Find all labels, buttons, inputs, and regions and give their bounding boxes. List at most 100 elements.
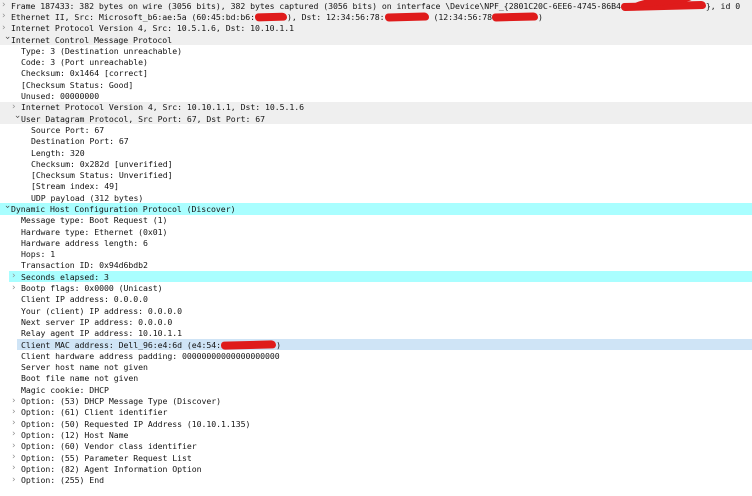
- chevron-right-icon[interactable]: ›: [12, 441, 21, 451]
- tree-row-text: Ethernet II, Src: Microsoft_b6:ae:5a (60…: [11, 11, 255, 22]
- chevron-right-icon[interactable]: ›: [12, 475, 21, 485]
- tree-row[interactable]: › Option: (60) Vendor class identifier: [0, 441, 752, 452]
- tree-row[interactable]: Code: 3 (Port unreachable): [0, 56, 752, 67]
- tree-row-text: Boot file name not given: [21, 373, 139, 384]
- tree-row[interactable]: Relay agent IP address: 10.10.1.1: [0, 328, 752, 339]
- tree-row[interactable]: › Seconds elapsed: 3: [0, 271, 752, 283]
- tree-row-label: Option: (12) Host Name: [21, 430, 128, 440]
- tree-row[interactable]: › Option: (50) Requested IP Address (10.1…: [0, 418, 752, 429]
- tree-row[interactable]: Checksum: 0x282d [unverified]: [0, 158, 752, 169]
- tree-row[interactable]: › Internet Protocol Version 4, Src: 10.10…: [0, 101, 752, 113]
- tree-row-text: Seconds elapsed: 3: [21, 271, 109, 282]
- tree-row-label: Client MAC address: Dell_96:e4:6d (e4:54…: [21, 340, 281, 350]
- tree-row-label: User Datagram Protocol, Src Port: 67, Ds…: [21, 114, 265, 124]
- tree-row-text: [Checksum Status: Good]: [21, 79, 134, 90]
- chevron-right-icon[interactable]: ›: [12, 453, 21, 462]
- tree-row-label: Seconds elapsed: 3: [21, 272, 109, 282]
- tree-row[interactable]: › Option: (12) Host Name: [0, 429, 752, 440]
- tree-row[interactable]: › Option: (55) Parameter Request List: [0, 452, 752, 463]
- chevron-right-icon[interactable]: ›: [12, 102, 21, 112]
- tree-row[interactable]: Checksum: 0x1464 [correct]: [0, 68, 752, 79]
- tree-row[interactable]: Boot file name not given: [0, 373, 752, 384]
- tree-row-text: UDP payload (312 bytes): [31, 192, 144, 203]
- tree-row[interactable]: Unused: 00000000: [0, 90, 752, 101]
- tree-row-text: Unused: 00000000: [21, 91, 100, 102]
- tree-row-label: Hops: 1: [21, 249, 55, 259]
- tree-row-text: Hops: 1: [21, 249, 56, 260]
- tree-row[interactable]: › Dynamic Host Configuration Protocol (Di…: [0, 203, 752, 215]
- tree-row-label: Destination Port: 67: [31, 136, 129, 146]
- tree-row[interactable]: Length: 320: [0, 147, 752, 158]
- tree-row-text: Message type: Boot Request (1): [21, 215, 168, 226]
- tree-row-label: Ethernet II, Src: Microsoft_b6:ae:5a (60…: [11, 11, 543, 23]
- tree-row-text: Internet Protocol Version 4, Src: 10.10.…: [21, 102, 304, 113]
- tree-row-text: Internet Control Message Protocol: [11, 34, 173, 45]
- tree-row-text: Client hardware address padding: 0000000…: [21, 350, 280, 361]
- tree-row-label: Internet Protocol Version 4, Src: 10.10.…: [21, 102, 304, 112]
- tree-row-label: Checksum: 0x1464 [correct]: [21, 68, 148, 78]
- tree-row[interactable]: › Option: (255) End: [0, 474, 752, 485]
- tree-row[interactable]: Client IP address: 0.0.0.0: [0, 294, 752, 305]
- packet-details-pane: › Frame 187433: 382 bytes on wire (3056 b…: [0, 0, 752, 496]
- tree-row[interactable]: [Stream index: 49]: [0, 181, 752, 192]
- chevron-right-icon[interactable]: ›: [2, 23, 11, 33]
- tree-row[interactable]: Hops: 1: [0, 249, 752, 260]
- chevron-right-icon[interactable]: ›: [12, 419, 21, 428]
- chevron-down-icon[interactable]: ›: [2, 205, 12, 214]
- tree-row-label: Magic cookie: DHCP: [21, 385, 109, 395]
- tree-row-text: Your (client) IP address: 0.0.0.0: [21, 305, 183, 316]
- tree-row[interactable]: Source Port: 67: [0, 124, 752, 135]
- tree-row-label: Server host name not given: [21, 362, 148, 372]
- tree-row[interactable]: Hardware type: Ethernet (0x01): [0, 226, 752, 237]
- chevron-right-icon[interactable]: ›: [12, 430, 21, 439]
- tree-row-label: Client IP address: 0.0.0.0: [21, 294, 148, 304]
- tree-row-label: Code: 3 (Port unreachable): [21, 57, 148, 67]
- tree-row[interactable]: Hardware address length: 6: [0, 237, 752, 248]
- chevron-right-icon[interactable]: ›: [2, 12, 11, 21]
- tree-row-label: Transaction ID: 0x94d6bdb2: [21, 260, 148, 270]
- tree-row[interactable]: Message type: Boot Request (1): [0, 215, 752, 226]
- tree-row-text: Magic cookie: DHCP: [21, 384, 109, 395]
- tree-row[interactable]: Client hardware address padding: 0000000…: [0, 350, 752, 361]
- tree-row-text: Option: (82) Agent Information Option: [21, 463, 202, 474]
- tree-row[interactable]: › Frame 187433: 382 bytes on wire (3056 b…: [0, 0, 752, 12]
- tree-row[interactable]: Type: 3 (Destination unreachable): [0, 45, 752, 56]
- chevron-down-icon[interactable]: ›: [2, 36, 12, 45]
- tree-row[interactable]: › User Datagram Protocol, Src Port: 67, D…: [0, 112, 752, 125]
- tree-row-label: UDP payload (312 bytes): [31, 193, 143, 203]
- chevron-right-icon[interactable]: ›: [12, 272, 21, 281]
- tree-row[interactable]: Destination Port: 67: [0, 136, 752, 147]
- tree-row-text: Client MAC address: Dell_96:e4:6d (e4:54…: [21, 339, 222, 350]
- tree-row-label: Type: 3 (Destination unreachable): [21, 46, 182, 56]
- tree-row[interactable]: › Option: (61) Client identifier: [0, 407, 752, 418]
- tree-row[interactable]: › Internet Protocol Version 4, Src: 10.5.…: [0, 22, 752, 34]
- chevron-right-icon[interactable]: ›: [12, 283, 21, 293]
- tree-row[interactable]: › Option: (82) Agent Information Option: [0, 463, 752, 474]
- tree-row[interactable]: › Ethernet II, Src: Microsoft_b6:ae:5a (6…: [0, 11, 752, 23]
- tree-row-text: Option: (50) Requested IP Address (10.10…: [21, 418, 251, 429]
- tree-row[interactable]: › Option: (53) DHCP Message Type (Discove…: [0, 395, 752, 406]
- tree-row-label: Option: (53) DHCP Message Type (Discover…: [21, 396, 221, 406]
- tree-row-label: Relay agent IP address: 10.10.1.1: [21, 328, 182, 338]
- tree-row-text: Relay agent IP address: 10.10.1.1: [21, 328, 183, 339]
- tree-row[interactable]: UDP payload (312 bytes): [0, 192, 752, 203]
- chevron-right-icon[interactable]: ›: [2, 1, 11, 10]
- chevron-right-icon[interactable]: ›: [12, 464, 21, 473]
- tree-row-text: Bootp flags: 0x0000 (Unicast): [21, 283, 163, 294]
- tree-row[interactable]: Server host name not given: [0, 362, 752, 373]
- tree-row[interactable]: › Internet Control Message Protocol: [0, 33, 752, 46]
- chevron-right-icon[interactable]: ›: [12, 407, 21, 417]
- tree-row-label: Option: (82) Agent Information Option: [21, 464, 202, 474]
- tree-row[interactable]: Next server IP address: 0.0.0.0: [0, 316, 752, 327]
- tree-row[interactable]: › Bootp flags: 0x0000 (Unicast): [0, 282, 752, 293]
- tree-row[interactable]: [Checksum Status: Unverified]: [0, 169, 752, 180]
- tree-row[interactable]: Magic cookie: DHCP: [0, 384, 752, 395]
- tree-row-text: ), Dst: 12:34:56:78:: [286, 11, 385, 22]
- tree-row[interactable]: [Checksum Status: Good]: [0, 79, 752, 90]
- chevron-down-icon[interactable]: ›: [12, 115, 22, 124]
- tree-row-text: Option: (12) Host Name: [21, 429, 129, 440]
- tree-row[interactable]: Your (client) IP address: 0.0.0.0: [0, 305, 752, 316]
- tree-row[interactable]: Client MAC address: Dell_96:e4:6d (e4:54…: [0, 338, 752, 351]
- tree-row[interactable]: Transaction ID: 0x94d6bdb2: [0, 260, 752, 271]
- chevron-right-icon[interactable]: ›: [12, 396, 21, 406]
